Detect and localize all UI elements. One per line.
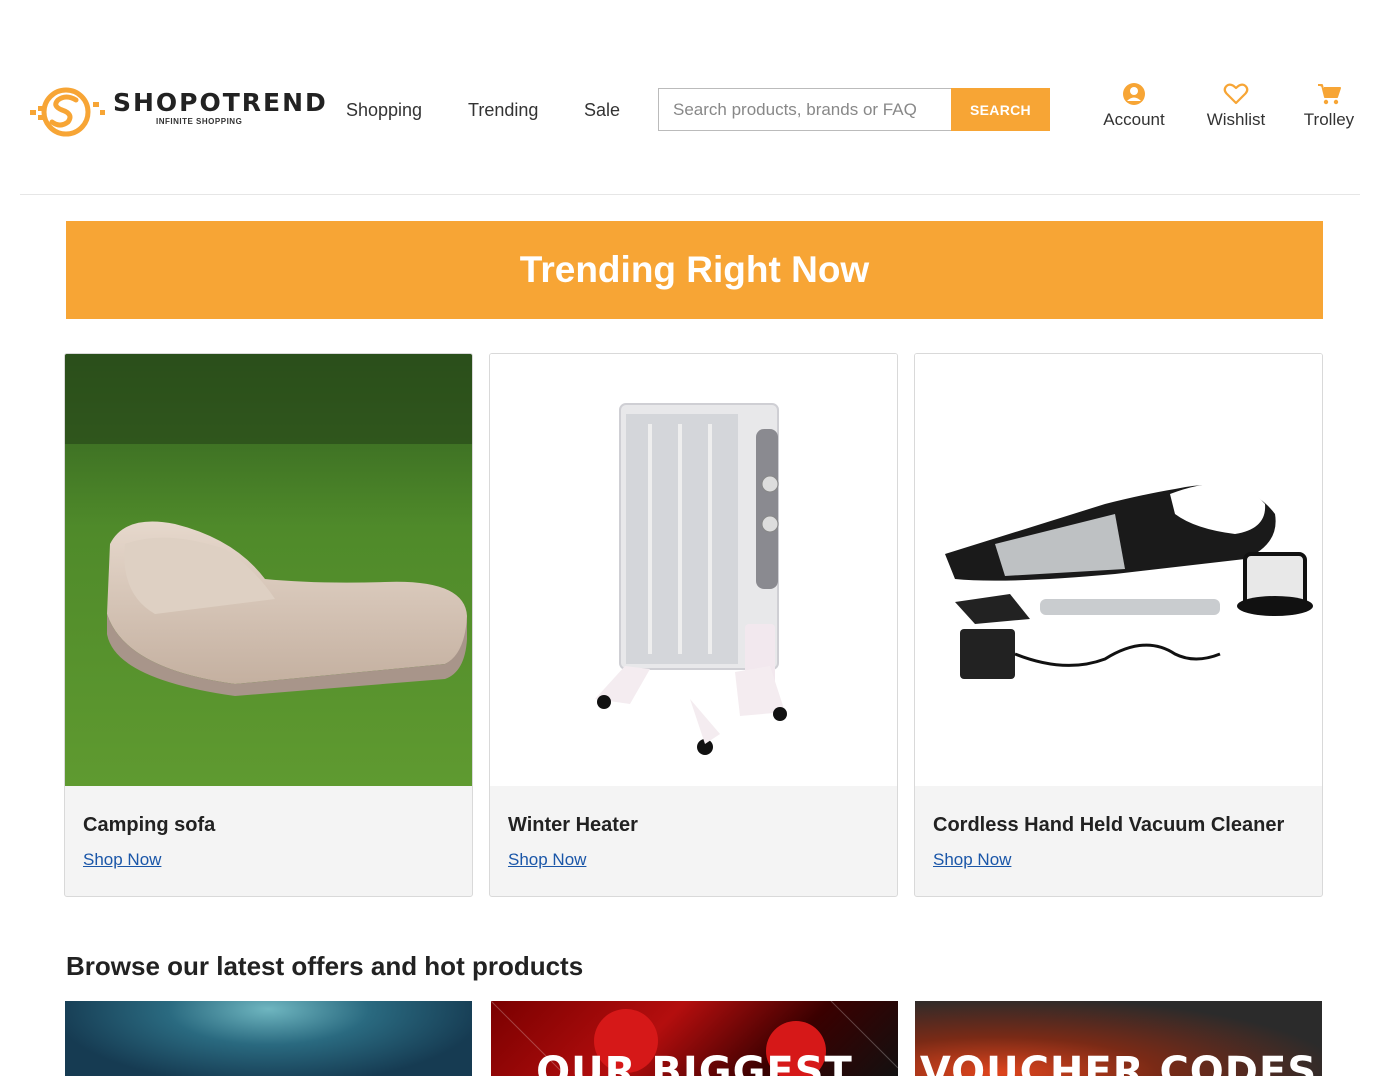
heart-icon — [1223, 83, 1249, 105]
wishlist-label: Wishlist — [1206, 110, 1266, 129]
shop-now-link[interactable]: Shop Now — [508, 850, 586, 870]
search-button[interactable]: SEARCH — [951, 88, 1050, 131]
product-image[interactable] — [65, 354, 472, 786]
camping-sofa-image — [65, 354, 472, 786]
site-header: SHOPOTREND INFINITE SHOPPING Shopping Tr… — [20, 60, 1360, 195]
product-card[interactable]: Winter Heater Shop Now — [489, 353, 898, 897]
logo[interactable]: SHOPOTREND INFINITE SHOPPING — [28, 84, 326, 140]
cart-icon — [1318, 84, 1341, 105]
offers-section-title: Browse our latest offers and hot product… — [66, 951, 584, 981]
vacuum-cleaner-image — [915, 354, 1322, 786]
shop-now-link[interactable]: Shop Now — [933, 850, 1011, 870]
logo-tagline: INFINITE SHOPPING — [156, 117, 243, 126]
product-title: Winter Heater — [508, 814, 638, 836]
product-title: Cordless Hand Held Vacuum Cleaner — [933, 814, 1285, 836]
promo-banner[interactable]: OUR BIGGEST — [491, 1001, 898, 1076]
logo-wordmark: SHOPOTREND — [113, 88, 328, 117]
product-image[interactable] — [915, 354, 1322, 786]
account-label: Account — [1103, 110, 1165, 129]
account-link[interactable]: Account — [1094, 82, 1174, 130]
promo-banner[interactable]: VOUCHER CODES — [915, 1001, 1322, 1076]
product-card[interactable]: Cordless Hand Held Vacuum Cleaner Shop N… — [914, 353, 1323, 897]
search-input[interactable] — [658, 88, 951, 131]
banner-title: Trending Right Now — [519, 249, 870, 290]
promo-text: VOUCHER CODES — [919, 1049, 1318, 1076]
search-bar: SEARCH — [658, 88, 1050, 131]
trolley-label: Trolley — [1303, 110, 1355, 129]
trolley-link[interactable]: Trolley — [1295, 82, 1363, 130]
shop-now-link[interactable]: Shop Now — [83, 850, 161, 870]
product-card[interactable]: Camping sofa Shop Now — [64, 353, 473, 897]
winter-heater-image — [490, 354, 897, 786]
trending-banner: Trending Right Now — [66, 221, 1323, 319]
logo-mark-icon — [30, 87, 105, 137]
promo-banner[interactable] — [65, 1001, 472, 1076]
nav-trending[interactable]: Trending — [468, 100, 538, 121]
promo-text: OUR BIGGEST — [536, 1049, 853, 1076]
product-title: Camping sofa — [83, 814, 216, 836]
account-icon — [1123, 83, 1145, 105]
product-image[interactable] — [490, 354, 897, 786]
wishlist-link[interactable]: Wishlist — [1196, 82, 1276, 130]
nav-shopping[interactable]: Shopping — [346, 100, 422, 121]
nav-sale[interactable]: Sale — [584, 100, 620, 121]
